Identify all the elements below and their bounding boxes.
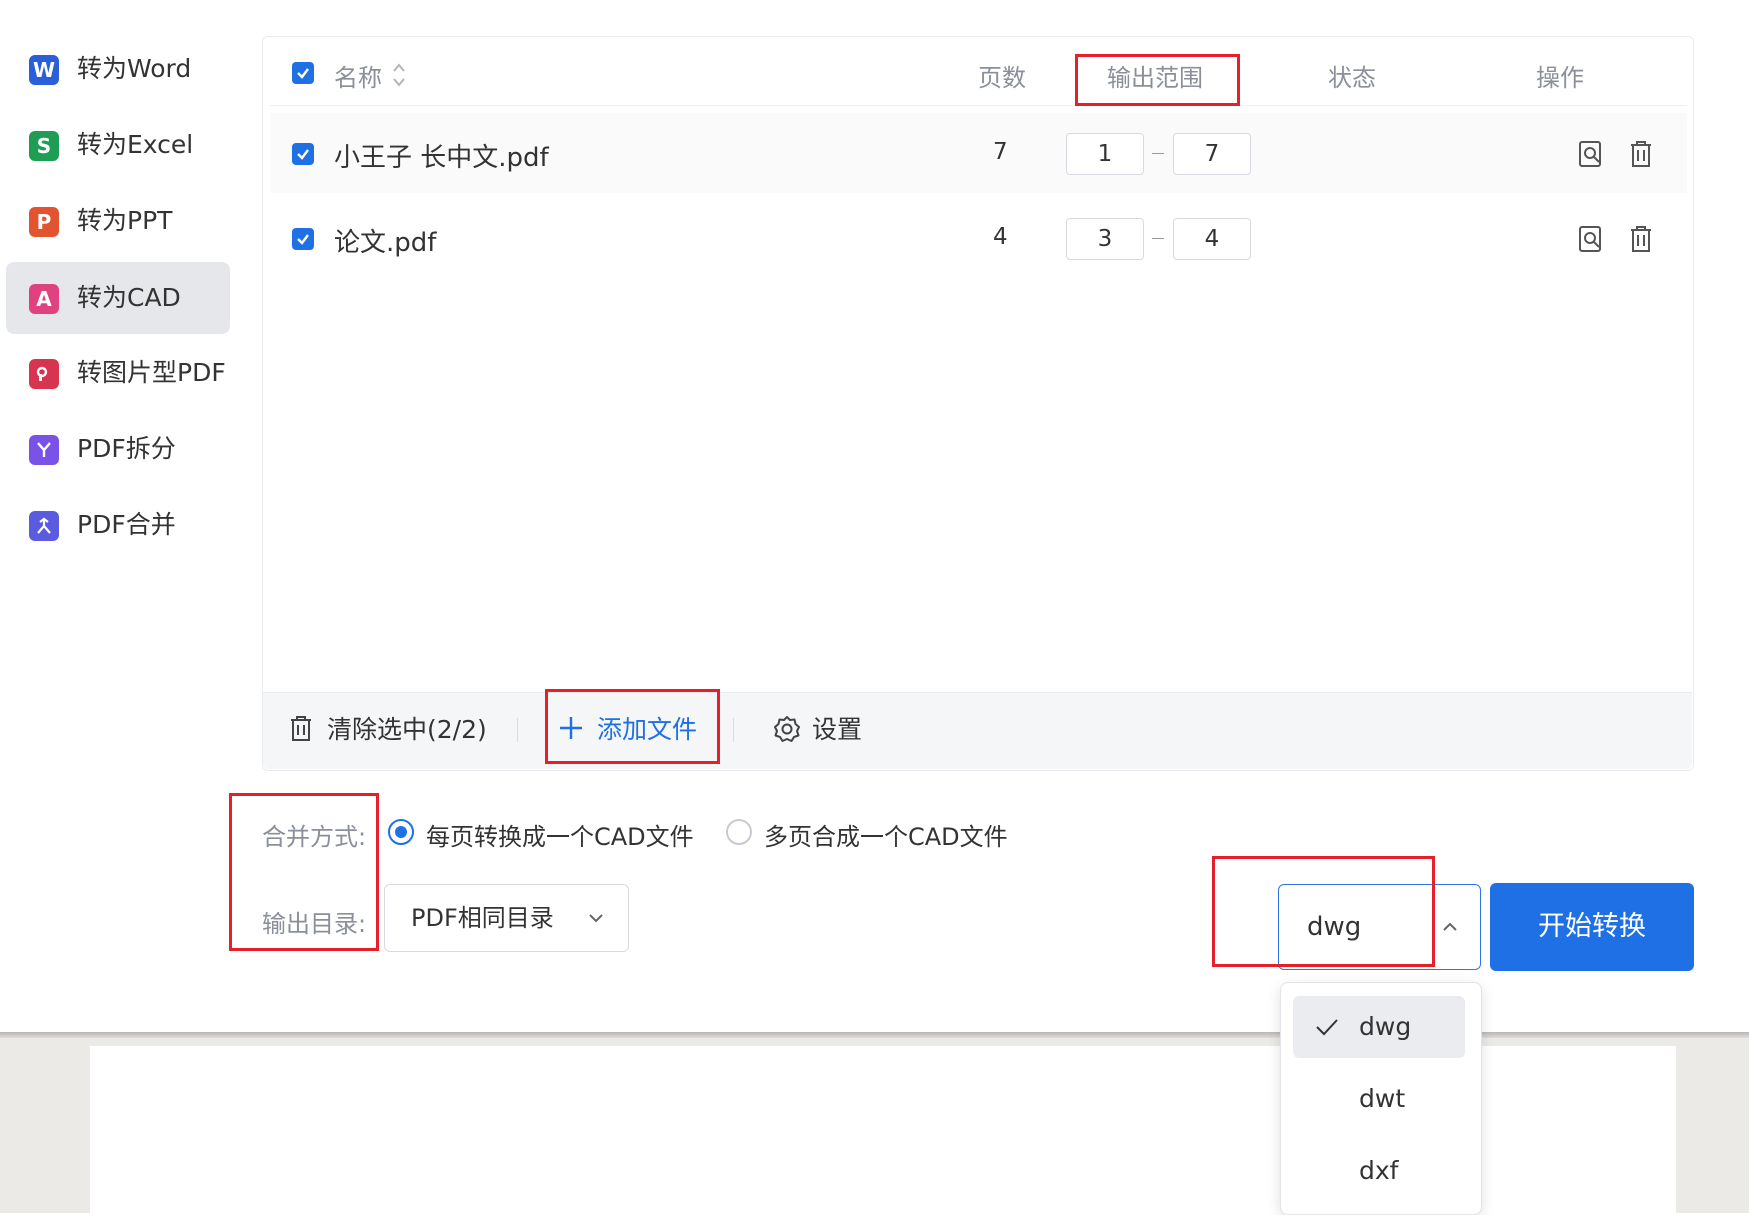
output-dir-value: PDF相同目录 [411,904,554,932]
image-pdf-icon [29,359,59,389]
file-name: 小王子 长中文.pdf [334,143,549,173]
sort-icon[interactable] [392,60,406,90]
toolbar-divider [733,718,734,742]
add-file-button[interactable]: 添加文件 [597,692,697,768]
format-option-label: dwg [1359,1012,1412,1041]
column-header-status: 状态 [1328,64,1376,92]
merge-option-combined-label[interactable]: 多页合成一个CAD文件 [764,817,1008,852]
format-select[interactable]: dwg [1278,884,1481,970]
page-count: 4 [993,224,1008,250]
sidebar-item-label: 转图片型PDF [77,358,226,387]
delete-icon[interactable] [1628,139,1654,169]
gear-icon[interactable] [772,714,802,744]
sidebar-item-image-pdf[interactable]: 转图片型PDF [6,337,230,409]
sidebar-item-label: 转为Excel [77,130,194,159]
format-value: dwg [1307,912,1362,942]
format-dropdown-menu: dwg dwt dxf [1280,982,1482,1215]
row-checkbox[interactable] [292,228,314,250]
sidebar-item-label: PDF拆分 [77,434,176,463]
check-icon [1315,1016,1339,1038]
sidebar-item-word[interactable]: W 转为Word [6,33,230,105]
format-option-dwt[interactable]: dwt [1293,1068,1465,1130]
clear-selected-button[interactable]: 清除选中(2/2) [327,692,487,768]
sidebar-item-label: 转为CAD [77,283,181,312]
range-to-input[interactable]: 4 [1173,218,1251,260]
file-name: 论文.pdf [334,228,437,258]
format-option-dxf[interactable]: dxf [1293,1140,1465,1202]
chevron-down-icon [587,909,605,927]
column-header-range: 输出范围 [1107,64,1203,92]
table-row[interactable] [270,197,1687,277]
output-dir-select[interactable]: PDF相同目录 [384,884,629,952]
column-header-name[interactable]: 名称 [334,58,382,93]
preview-icon[interactable] [1577,139,1605,169]
sidebar-item-split[interactable]: PDF拆分 [6,413,230,485]
sidebar-item-label: 转为PPT [77,206,173,235]
sidebar-item-ppt[interactable]: P 转为PPT [6,185,230,257]
range-dash [1152,153,1164,154]
header-divider [270,105,1687,106]
word-icon: W [29,55,59,85]
row-checkbox[interactable] [292,143,314,165]
delete-icon[interactable] [1628,224,1654,254]
range-to-input[interactable]: 7 [1173,133,1251,175]
page-count: 7 [993,139,1008,165]
sidebar-item-label: PDF合并 [77,510,176,539]
excel-icon: S [29,131,59,161]
column-header-actions: 操作 [1536,64,1584,92]
clear-icon[interactable] [288,715,314,743]
column-header-pages: 页数 [978,64,1026,92]
merge-option-per-page-label[interactable]: 每页转换成一个CAD文件 [426,817,694,852]
sidebar-item-excel[interactable]: S 转为Excel [6,109,230,181]
merge-option-combined-radio[interactable] [726,819,752,845]
merge-mode-label: 合并方式: [262,823,367,851]
split-icon [29,435,59,465]
chevron-up-icon [1440,917,1460,937]
sidebar-item-merge[interactable]: PDF合并 [6,489,230,561]
start-convert-button[interactable]: 开始转换 [1490,883,1694,971]
range-from-input[interactable]: 3 [1066,218,1144,260]
plus-icon[interactable] [558,715,584,741]
output-dir-label: 输出目录: [262,910,367,938]
toolbar-divider [517,718,518,742]
preview-icon[interactable] [1577,224,1605,254]
format-option-label: dwt [1359,1084,1406,1113]
cad-icon: A [29,284,59,314]
range-dash [1152,238,1164,239]
select-all-checkbox[interactable] [292,62,314,84]
sidebar-item-cad[interactable]: A 转为CAD [6,262,230,334]
settings-button[interactable]: 设置 [812,692,862,768]
merge-option-per-page-radio[interactable] [388,819,414,845]
ppt-icon: P [29,207,59,237]
format-option-dwg[interactable]: dwg [1293,996,1465,1058]
sidebar-item-label: 转为Word [77,54,192,83]
range-from-input[interactable]: 1 [1066,133,1144,175]
merge-icon [29,511,59,541]
format-option-label: dxf [1359,1156,1399,1185]
